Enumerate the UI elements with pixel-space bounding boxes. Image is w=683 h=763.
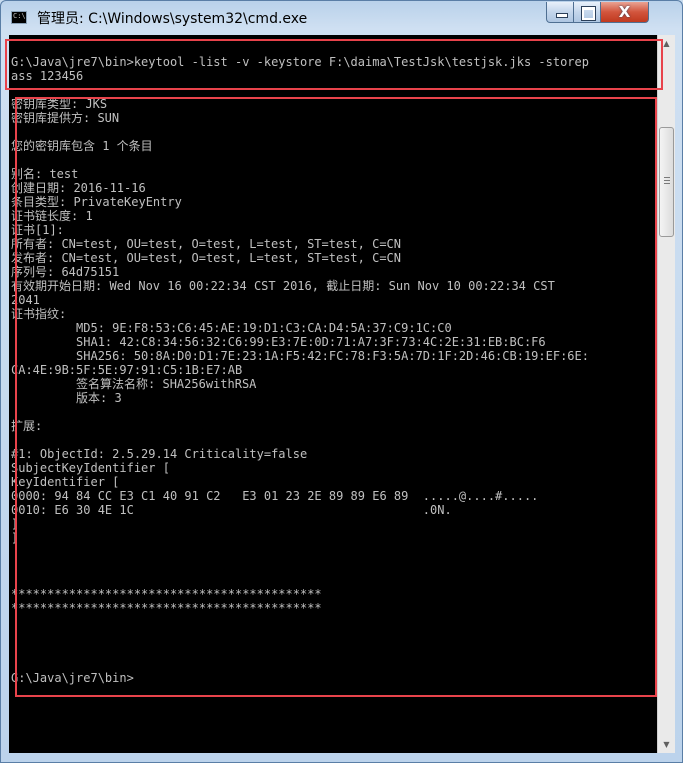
console-line: SHA1: 42:C8:34:56:32:C6:99:E3:7E:0D:71:A…	[11, 335, 546, 349]
console-line: 创建日期: 2016-11-16	[11, 181, 146, 195]
console-line: 密钥库类型: JKS	[11, 97, 108, 111]
close-icon: X	[618, 3, 631, 21]
console-line: SubjectKeyIdentifier [	[11, 461, 170, 475]
scroll-down-arrow-icon[interactable]: ▼	[658, 736, 675, 753]
console-line: 0010: E6 30 4E 1C .0N.	[11, 503, 452, 517]
console-line: 证书链长度: 1	[11, 209, 93, 223]
window-title: 管理员: C:\Windows\system32\cmd.exe	[37, 11, 308, 27]
console-line: 您的密钥库包含 1 个条目	[11, 139, 153, 153]
console-line: #1: ObjectId: 2.5.29.14 Criticality=fals…	[11, 447, 308, 461]
title-bar[interactable]: C:\ 管理员: C:\Windows\system32\cmd.exe X	[1, 1, 682, 35]
thumb-grip-icon	[664, 180, 670, 181]
cmd-window: C:\ 管理员: C:\Windows\system32\cmd.exe X G…	[0, 0, 683, 763]
console-line: MD5: 9E:F8:53:C6:45:AE:19:D1:C3:CA:D4:5A…	[11, 321, 452, 335]
minimize-icon	[556, 13, 568, 18]
scroll-up-arrow-icon[interactable]: ▲	[658, 35, 675, 52]
maximize-button[interactable]	[574, 2, 601, 23]
console-line: 序列号: 64d75151	[11, 265, 120, 279]
console-line: CA:4E:9B:5F:5E:97:91:C5:1B:E7:AB	[11, 363, 243, 377]
console-line: ass 123456	[11, 69, 84, 83]
console-line: ****************************************…	[11, 601, 322, 615]
console-line: 有效期开始日期: Wed Nov 16 00:22:34 CST 2016, 截…	[11, 279, 555, 293]
console-output[interactable]: G:\Java\jre7\bin>keytool -list -v -keyst…	[9, 35, 657, 753]
console-line: 密钥库提供方: SUN	[11, 111, 120, 125]
console-line: 证书指纹:	[11, 307, 67, 321]
console-line: KeyIdentifier [	[11, 475, 120, 489]
console-line: 版本: 3	[11, 391, 122, 405]
console-line: ]	[11, 517, 19, 531]
console-line: G:\Java\jre7\bin>keytool -list -v -keyst…	[11, 55, 589, 69]
console-line: 条目类型: PrivateKeyEntry	[11, 195, 182, 209]
cmd-icon[interactable]: C:\	[11, 11, 27, 24]
thumb-grip-icon	[664, 183, 670, 184]
thumb-grip-icon	[664, 177, 670, 178]
console-line: 2041	[11, 293, 40, 307]
console-line: 证书[1]:	[11, 223, 64, 237]
vertical-scrollbar[interactable]: ▲ ▼	[657, 35, 675, 753]
console-line: 别名: test	[11, 167, 79, 181]
cmd-icon-label: C:\	[13, 12, 26, 20]
console-line: 扩展:	[11, 419, 43, 433]
console-line: 签名算法名称: SHA256withRSA	[11, 377, 257, 391]
console-line: SHA256: 50:8A:D0:D1:7E:23:1A:F5:42:FC:78…	[11, 349, 589, 363]
console-line: G:\Java\jre7\bin>	[11, 671, 134, 685]
scrollbar-thumb[interactable]	[659, 127, 674, 237]
console-line: ]	[11, 531, 19, 545]
console-line: 所有者: CN=test, OU=test, O=test, L=test, S…	[11, 237, 402, 251]
console-lines: G:\Java\jre7\bin>keytool -list -v -keyst…	[11, 55, 657, 685]
console-line: 0000: 94 84 CC E3 C1 40 91 C2 E3 01 23 2…	[11, 489, 539, 503]
maximize-icon	[581, 6, 596, 21]
console-line: ****************************************…	[11, 587, 322, 601]
console-line: 发布者: CN=test, OU=test, O=test, L=test, S…	[11, 251, 402, 265]
close-button[interactable]: X	[601, 2, 649, 23]
minimize-button[interactable]	[546, 2, 574, 23]
